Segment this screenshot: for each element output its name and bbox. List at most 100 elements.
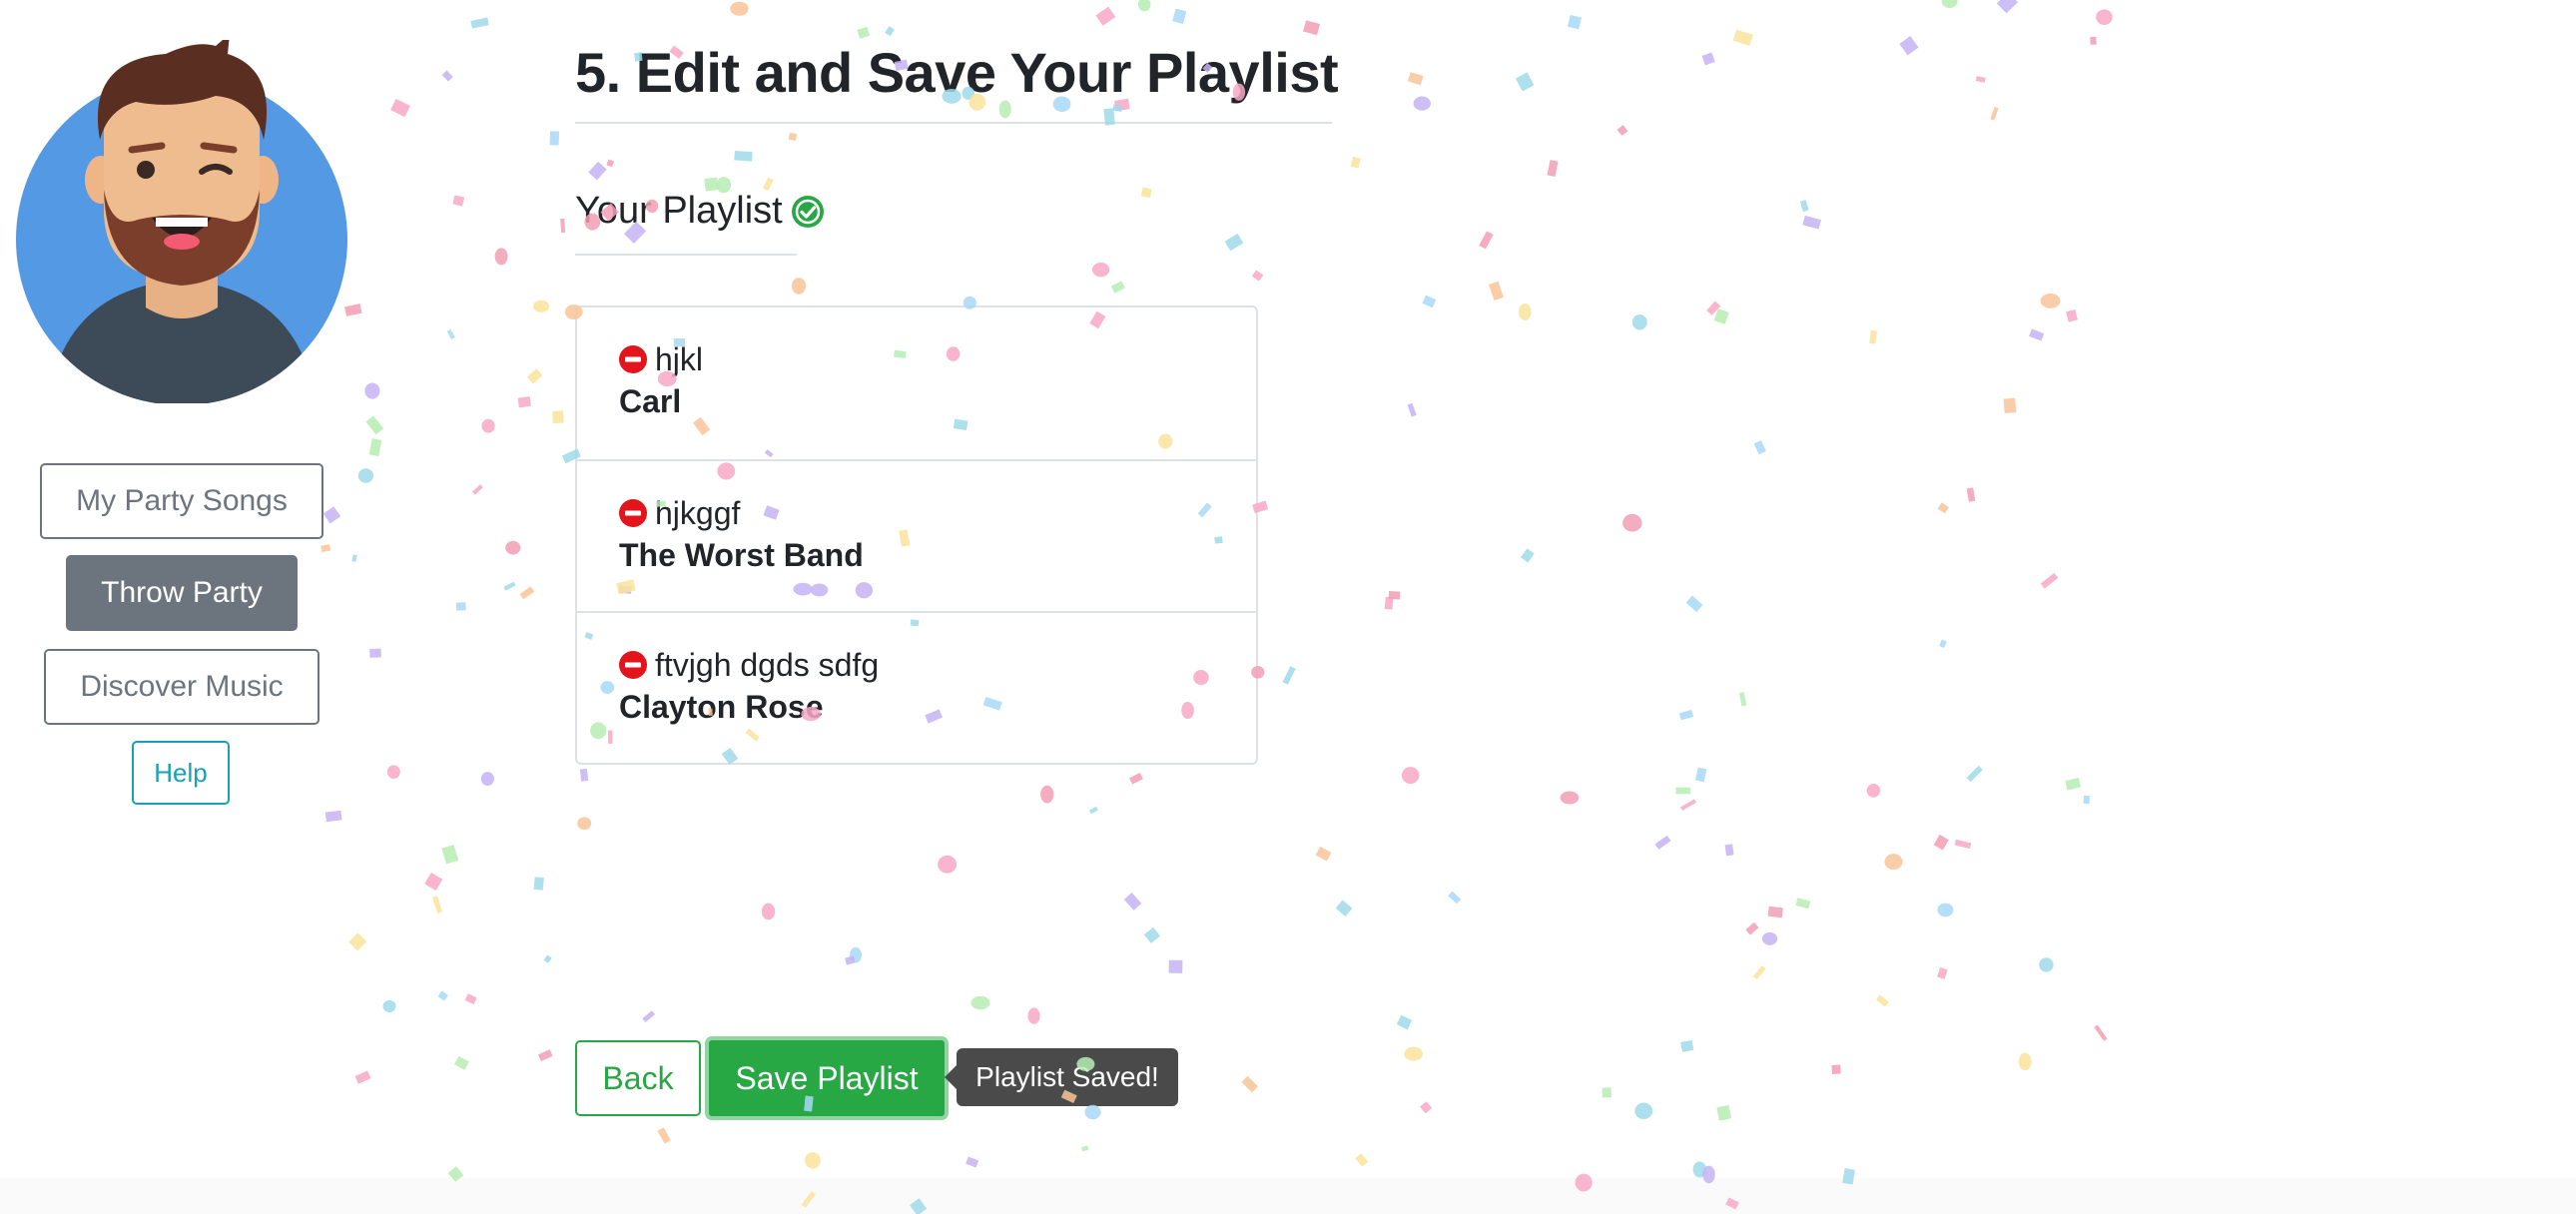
playlist-heading-label: Your Playlist [575, 190, 783, 232]
confetti-piece [321, 544, 331, 553]
confetti-piece [1350, 156, 1361, 169]
confetti-piece [552, 410, 564, 424]
page-title: 5. Edit and Save Your Playlist [575, 41, 1339, 104]
confetti-piece [432, 896, 443, 913]
confetti-piece [1937, 903, 1954, 917]
confetti-piece [938, 855, 958, 874]
confetti-piece [471, 484, 483, 495]
confetti-piece [452, 195, 465, 207]
confetti-piece [526, 368, 543, 384]
song-artist: The Worst Band [619, 537, 864, 573]
confetti-piece [1388, 591, 1401, 600]
confetti-piece [857, 26, 871, 39]
confetti-piece [1802, 215, 1821, 230]
confetti-piece [849, 946, 862, 963]
minus-circle-icon[interactable] [619, 499, 647, 527]
confetti-piece [1685, 595, 1703, 613]
confetti-piece [1401, 767, 1420, 785]
avatar [16, 40, 347, 403]
confetti-piece [1875, 994, 1889, 1007]
confetti-piece [1767, 906, 1783, 918]
confetti-piece [970, 995, 990, 1010]
song-title: hjkggf [655, 494, 741, 531]
confetti-piece [481, 418, 495, 433]
playlist-heading: Your Playlist [575, 190, 825, 233]
confetti-piece [588, 161, 607, 181]
confetti-piece [1761, 931, 1778, 945]
confetti-piece [1315, 846, 1332, 862]
confetti-piece [1137, 0, 1151, 12]
confetti-piece [805, 1152, 821, 1169]
playlist-heading-divider [575, 254, 797, 256]
discover-music-button[interactable]: Discover Music [44, 649, 320, 725]
confetti-piece [1990, 106, 1999, 121]
confetti-piece [1799, 200, 1809, 213]
confetti-piece [1675, 787, 1691, 795]
confetti-piece [1335, 900, 1353, 916]
confetti-piece [494, 248, 508, 266]
save-playlist-button[interactable]: Save Playlist [705, 1036, 949, 1120]
confetti-piece [1040, 785, 1054, 804]
confetti-piece [885, 26, 895, 37]
back-button[interactable]: Back [575, 1040, 701, 1116]
help-button[interactable]: Help [132, 741, 230, 805]
confetti-piece [1479, 231, 1494, 250]
confetti-piece [1422, 295, 1437, 308]
confetti-piece [1654, 835, 1671, 850]
confetti-piece [2096, 9, 2113, 25]
minus-circle-icon[interactable] [619, 345, 647, 373]
confetti-piece [1954, 839, 1972, 850]
confetti-piece [503, 581, 516, 591]
confetti-piece [1738, 692, 1747, 707]
confetti-piece [549, 131, 560, 146]
confetti-piece [1420, 1101, 1433, 1114]
song-artist: Carl [619, 383, 682, 419]
confetti-piece [1404, 1046, 1423, 1061]
confetti-piece [324, 810, 342, 823]
confetti-piece [1936, 966, 1948, 979]
confetti-piece [1448, 891, 1462, 905]
confetti-piece [446, 328, 455, 339]
my-party-songs-button[interactable]: My Party Songs [40, 463, 323, 539]
confetti-piece [1899, 36, 1919, 56]
confetti-piece [1172, 8, 1187, 25]
confetti-piece [1966, 765, 1983, 783]
minus-circle-icon[interactable] [619, 651, 647, 679]
confetti-piece [642, 1010, 656, 1023]
confetti-piece [1706, 301, 1721, 315]
confetti-piece [1355, 1153, 1369, 1167]
confetti-piece [1713, 308, 1729, 324]
confetti-piece [1975, 76, 1986, 83]
confetti-piece [322, 506, 341, 524]
confetti-piece [966, 1156, 979, 1168]
song-artist: Clayton Rose [619, 689, 824, 725]
confetti-piece [2039, 957, 2054, 972]
confetti-piece [480, 772, 494, 787]
throw-party-button[interactable]: Throw Party [66, 555, 298, 631]
confetti-piece [1407, 402, 1417, 417]
confetti-piece [441, 845, 459, 865]
confetti-piece [1634, 1102, 1653, 1120]
confetti-piece [1520, 548, 1535, 563]
confetti-piece [470, 17, 489, 29]
confetti-piece [1560, 791, 1580, 805]
confetti-piece [386, 765, 400, 779]
check-circle-icon [791, 195, 824, 228]
confetti-piece [1396, 1014, 1413, 1030]
confetti-piece [1680, 1039, 1694, 1052]
confetti-piece [1140, 187, 1152, 199]
confetti-overlay [321, 0, 2113, 1214]
confetti-piece [579, 768, 589, 782]
confetti-piece [2029, 328, 2045, 341]
confetti-piece [1084, 1104, 1101, 1120]
confetti-piece [1631, 313, 1647, 330]
confetti-piece [1027, 1007, 1040, 1024]
page-footer-band [0, 1178, 2576, 1214]
confetti-piece [791, 278, 807, 295]
confetti-piece [2083, 795, 2091, 805]
playlist-item: ftvjgh dgds sdfg Clayton Rose [577, 611, 1256, 763]
confetti-piece [1567, 14, 1583, 30]
confetti-piece [365, 415, 384, 435]
title-divider [575, 122, 1332, 124]
confetti-piece [455, 602, 466, 611]
